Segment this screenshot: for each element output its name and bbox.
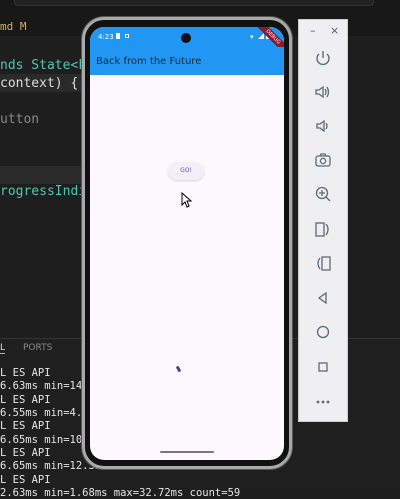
gesture-bar[interactable] xyxy=(160,451,214,453)
back-icon xyxy=(317,291,327,305)
mouse-cursor-icon xyxy=(181,192,193,208)
terminal-line: 6.65ms min=10.3 xyxy=(0,434,95,446)
more-icon xyxy=(316,400,330,404)
terminal-line: L ES API xyxy=(0,367,51,379)
rotate-right-button[interactable] xyxy=(311,251,335,275)
close-button[interactable]: × xyxy=(330,24,339,37)
overview-button[interactable] xyxy=(311,355,335,379)
phone-screen: 4:23 ▾ DEBUG Back from the Future GO! xyxy=(90,27,284,460)
camera-cutout xyxy=(181,33,191,43)
tab-terminal[interactable]: L xyxy=(0,343,6,354)
status-time: 4:23 xyxy=(98,33,114,41)
circular-progress-indicator xyxy=(175,365,182,373)
signal-icon xyxy=(258,33,264,39)
status-bar: 4:23 ▾ DEBUG xyxy=(90,27,284,58)
rotate-left-icon xyxy=(315,222,329,237)
rotate-left-button[interactable] xyxy=(311,217,335,241)
emulator-toolbar: – × xyxy=(298,19,348,422)
rotate-right-icon xyxy=(317,256,331,271)
notification-icon xyxy=(125,34,129,38)
terminal-line: L ES API xyxy=(0,394,51,406)
more-button[interactable] xyxy=(311,390,335,414)
wifi-icon: ▾ xyxy=(250,33,254,41)
volume-up-icon xyxy=(315,85,330,99)
zoom-in-icon xyxy=(315,186,331,202)
terminal-line: L ES API xyxy=(0,420,51,432)
overview-icon xyxy=(318,362,328,372)
back-button[interactable] xyxy=(311,286,335,310)
code-line: rogressIndic xyxy=(0,184,94,199)
power-icon xyxy=(316,51,330,66)
volume-down-button[interactable] xyxy=(311,114,335,138)
camera-icon xyxy=(315,153,331,167)
home-button[interactable] xyxy=(311,320,335,344)
app-bar: Back from the Future xyxy=(90,47,284,75)
go-button[interactable]: GO! xyxy=(168,162,204,180)
code-line: context) { xyxy=(0,76,79,91)
screenshot-button[interactable] xyxy=(311,148,335,172)
zoom-button[interactable] xyxy=(311,182,335,206)
command-center[interactable] xyxy=(14,0,374,6)
minimize-button[interactable]: – xyxy=(310,24,316,37)
code-line: nds State<Fu xyxy=(0,58,94,73)
app-title: Back from the Future xyxy=(96,56,202,67)
terminal-line: 2.63ms min=1.68ms max=32.72ms count=59 xyxy=(0,487,241,499)
notification-icon xyxy=(116,33,120,39)
tab-label: md M xyxy=(0,20,27,33)
code-line: utton xyxy=(0,112,40,127)
home-icon xyxy=(316,325,330,339)
line-highlight xyxy=(0,166,90,184)
terminal-line: 6.63ms min=14.5 xyxy=(0,380,95,392)
volume-down-icon xyxy=(316,119,328,133)
volume-up-button[interactable] xyxy=(311,80,335,104)
terminal-line: L ES API xyxy=(0,474,51,486)
tab-ports[interactable]: PORTS xyxy=(23,343,52,353)
terminal-line: L ES API xyxy=(0,447,51,459)
power-button[interactable] xyxy=(311,46,335,70)
terminal-line: 6.55ms min=4.38 xyxy=(0,407,95,419)
